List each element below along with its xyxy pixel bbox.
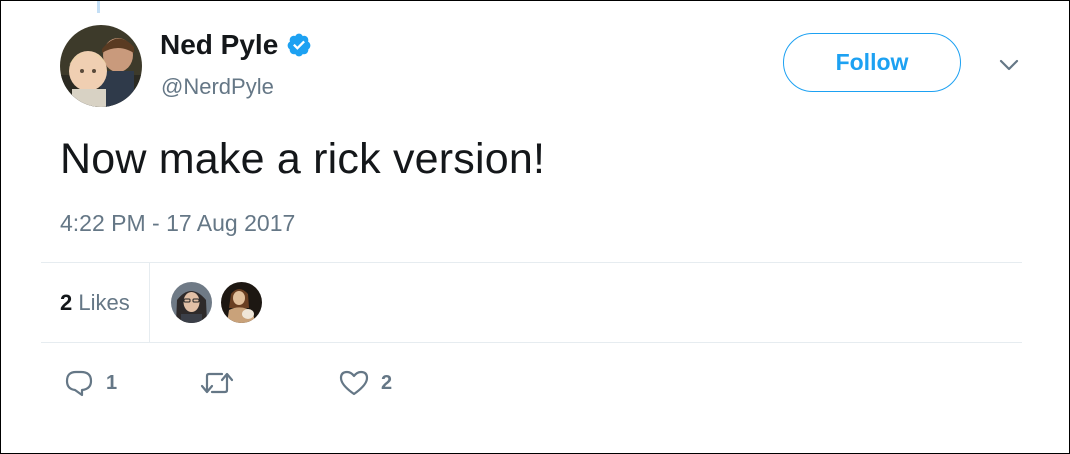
verified-badge-icon bbox=[287, 33, 311, 57]
reply-icon bbox=[65, 370, 93, 397]
stats-separator bbox=[149, 263, 150, 343]
tweet-card: Ned Pyle @NerdPyle Follow Now make a ric… bbox=[0, 0, 1070, 454]
liker-avatar[interactable] bbox=[171, 282, 212, 323]
author-avatar-image bbox=[60, 25, 142, 107]
tweet-text: Now make a rick version! bbox=[60, 135, 546, 183]
retweet-button[interactable] bbox=[200, 369, 246, 397]
liker-avatar-image bbox=[221, 282, 262, 323]
author-avatar[interactable] bbox=[60, 25, 142, 107]
thread-connector-line bbox=[97, 1, 100, 13]
likes-stat-count: 2 bbox=[60, 290, 73, 315]
follow-button[interactable]: Follow bbox=[783, 33, 961, 92]
likes-stat[interactable]: 2 Likes bbox=[60, 290, 130, 316]
chevron-down-icon[interactable] bbox=[996, 55, 1022, 75]
author-handle[interactable]: @NerdPyle bbox=[161, 74, 274, 100]
stats-top-divider bbox=[41, 262, 1022, 263]
author-display-name[interactable]: Ned Pyle bbox=[160, 29, 278, 61]
like-count: 2 bbox=[381, 371, 393, 394]
likes-stat-label: Likes bbox=[78, 290, 130, 315]
heart-icon bbox=[339, 370, 369, 396]
like-button[interactable]: 2 bbox=[339, 369, 392, 397]
author-name-row: Ned Pyle bbox=[160, 29, 312, 61]
stats-bottom-divider bbox=[41, 342, 1022, 343]
reply-count: 1 bbox=[106, 371, 118, 394]
liker-avatar-image bbox=[171, 282, 212, 323]
liker-avatar[interactable] bbox=[221, 282, 262, 323]
reply-button[interactable]: 1 bbox=[64, 369, 117, 397]
retweet-icon bbox=[200, 372, 234, 394]
tweet-timestamp[interactable]: 4:22 PM - 17 Aug 2017 bbox=[60, 210, 295, 237]
